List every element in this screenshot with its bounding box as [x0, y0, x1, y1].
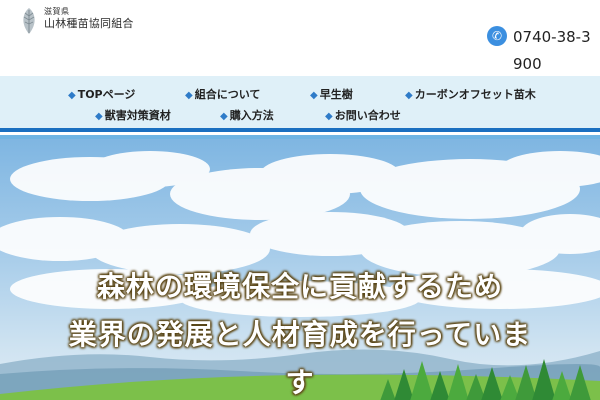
diamond-bullet-icon: ◆ [68, 90, 76, 101]
phone-number[interactable]: 0740-38-3900 [513, 24, 593, 78]
nav-item-early-tree[interactable]: ◆ 早生樹 [310, 86, 353, 102]
diamond-bullet-icon: ◆ [185, 90, 193, 101]
site-header: 滋賀県 山林種苗協同組合 ✆ 0740-38-3900 [0, 0, 600, 76]
diamond-bullet-icon: ◆ [405, 90, 413, 101]
hero-banner: 森林の環境保全に貢献するため 業界の発展と人材育成を行っていま す [0, 139, 600, 400]
nav-row-2: ◆ 獣害対策資材 ◆ 購入方法 ◆ お問い合わせ [0, 107, 600, 127]
nav-item-about[interactable]: ◆ 組合について [185, 86, 260, 102]
diamond-bullet-icon: ◆ [95, 111, 103, 122]
diamond-bullet-icon: ◆ [310, 90, 318, 101]
hero-headline-line-1: 森林の環境保全に貢献するため [96, 270, 503, 303]
logo-prefecture-text: 滋賀県 [44, 7, 70, 16]
nav-row-1: ◆ TOPページ ◆ 組合について ◆ 早生樹 ◆ カーボンオフセット苗木 [0, 86, 600, 106]
site-logo[interactable]: 滋賀県 山林種苗協同組合 [18, 6, 134, 36]
logo-org-name: 山林種苗協同組合 [44, 17, 134, 30]
nav-item-label: 早生樹 [319, 88, 353, 101]
hero-headline-line-2: 業界の発展と人材育成を行っていま [68, 318, 532, 351]
nav-item-label: お問い合わせ [334, 109, 401, 122]
nav-item-label: TOPページ [77, 88, 136, 101]
diamond-bullet-icon: ◆ [220, 111, 228, 122]
nav-item-label: 購入方法 [229, 109, 274, 122]
nav-item-carbon-offset[interactable]: ◆ カーボンオフセット苗木 [405, 86, 536, 102]
nav-item-label: 獣害対策資材 [104, 109, 171, 122]
nav-item-wildlife-damage[interactable]: ◆ 獣害対策資材 [95, 107, 171, 123]
leaf-logo-icon [23, 8, 35, 34]
nav-item-label: カーボンオフセット苗木 [414, 88, 536, 101]
nav-item-top[interactable]: ◆ TOPページ [68, 86, 135, 102]
main-nav: ◆ TOPページ ◆ 組合について ◆ 早生樹 ◆ カーボンオフセット苗木 ◆ 獣害対策資… [0, 76, 600, 128]
diamond-bullet-icon: ◆ [325, 111, 333, 122]
nav-item-contact[interactable]: ◆ お問い合わせ [325, 107, 401, 123]
hero-headline-line-3: す [285, 366, 315, 399]
nav-item-purchase[interactable]: ◆ 購入方法 [220, 107, 274, 123]
nav-item-label: 組合について [194, 88, 261, 101]
phone-icon: ✆ [487, 26, 507, 46]
